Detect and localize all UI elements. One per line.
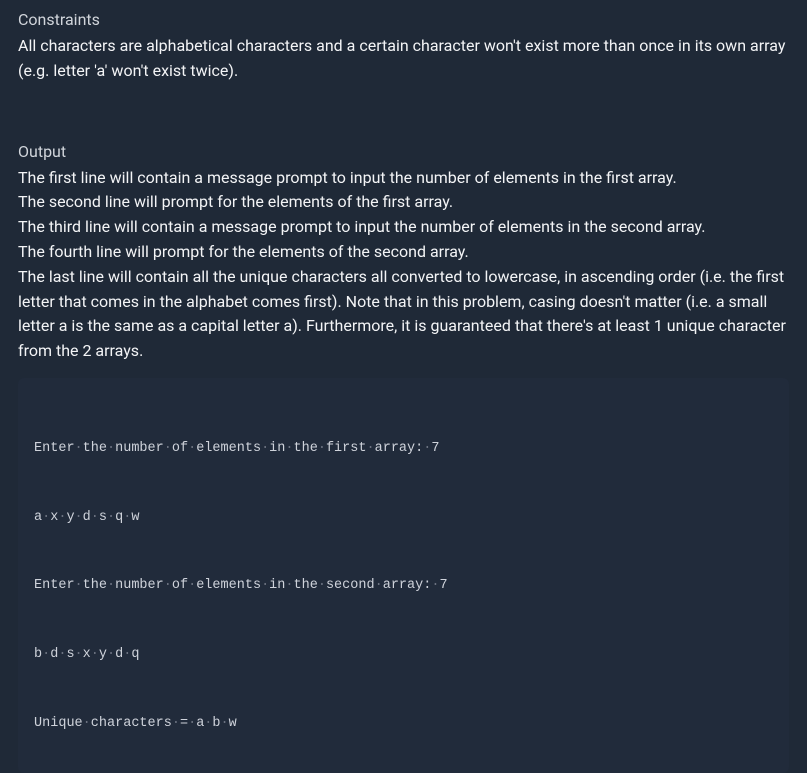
output-body: The first line will contain a message pr…: [18, 166, 789, 364]
constraints-section: Constraints All characters are alphabeti…: [18, 8, 789, 84]
code-line-3: Enter·the·number·of·elements·in·the·seco…: [34, 575, 773, 598]
code-line-4: b·d·s·x·y·d·q: [34, 644, 773, 667]
section-gap: [18, 84, 789, 140]
output-heading: Output: [18, 140, 789, 164]
code-line-5: Unique·characters·=·a·b·w: [34, 713, 773, 736]
output-section: Output The first line will contain a mes…: [18, 140, 789, 364]
example-code-block: Enter·the·number·of·elements·in·the·firs…: [18, 378, 789, 773]
code-line-2: a·x·y·d·s·q·w: [34, 507, 773, 530]
constraints-heading: Constraints: [18, 8, 789, 32]
code-line-1: Enter·the·number·of·elements·in·the·firs…: [34, 438, 773, 461]
constraints-body: All characters are alphabetical characte…: [18, 34, 789, 84]
